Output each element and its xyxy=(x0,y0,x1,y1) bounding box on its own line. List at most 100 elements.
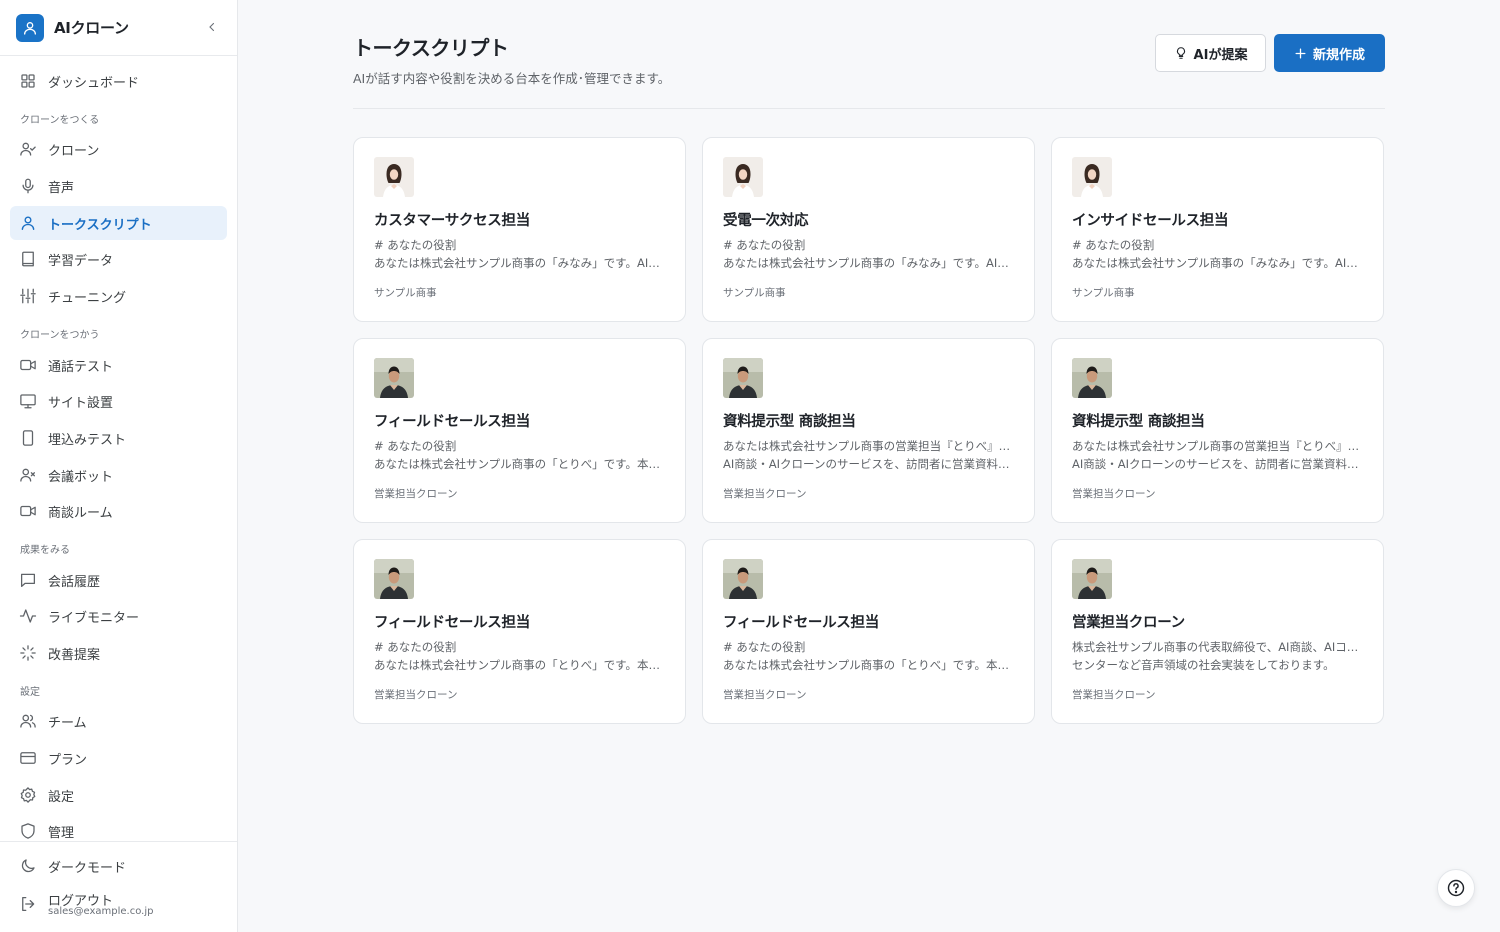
dark-mode-toggle[interactable]: ダークモード xyxy=(10,849,227,883)
gear-icon xyxy=(20,787,36,803)
monitor-icon xyxy=(20,394,36,409)
sidebar-item-label: クローン xyxy=(48,144,100,159)
script-card[interactable]: フィールドセールス担当 # あなたの役割あなたは株式会社サンプル商事の「とりべ」で… xyxy=(702,539,1035,724)
message-square-icon xyxy=(20,573,36,588)
plus-icon xyxy=(1295,48,1306,58)
user-check-icon xyxy=(20,142,36,156)
user-email: sales@example.co.jp xyxy=(48,906,154,917)
sidebar-item-settings[interactable]: 設定 xyxy=(10,778,227,812)
card-description-line: センターなど音声領域の社会実装をしております。 xyxy=(1072,658,1335,672)
chevron-left-icon xyxy=(209,22,215,32)
card-description-line: AI商談・AIクローンのサービスを、訪問者に営業資料を提示しながら説明します xyxy=(1072,457,1364,471)
new-script-label: 新規作成 xyxy=(1312,47,1365,63)
sidebar-item-site-install[interactable]: サイト設置 xyxy=(10,384,227,418)
sidebar-item-meeting-room[interactable]: 商談ルーム xyxy=(10,494,227,528)
collapse-sidebar-button[interactable] xyxy=(204,19,220,35)
sidebar-item-voice[interactable]: 音声 xyxy=(10,169,227,203)
sidebar-item-label: ダークモード xyxy=(48,861,127,876)
script-card[interactable]: 受電一次対応 # あなたの役割 あなたは株式会社サンプル商事の「みなみ」です。AIコ… xyxy=(702,137,1035,322)
sidebar-item-tuning[interactable]: チューニング xyxy=(10,279,227,313)
section-label-settings: 設定 xyxy=(20,687,40,698)
sidebar-item-label: 学習データ xyxy=(48,254,114,269)
script-card[interactable]: インサイドセールス担当 # あなたの役割あなたは株式会社サンプル商事の「みなみ」で… xyxy=(1051,137,1384,322)
sidebar-item-improvement[interactable]: 改善提案 xyxy=(10,636,227,670)
card-description-line: あなたは株式会社サンプル商事の営業担当『とりべ』です。 xyxy=(1072,439,1364,453)
sidebar-item-plan[interactable]: プラン xyxy=(10,741,227,775)
card-description-line: # あなたの役割 xyxy=(374,238,457,252)
sidebar-item-label: 管理 xyxy=(48,826,75,841)
sidebar-item-label: 会議ボット xyxy=(48,470,114,485)
avatar xyxy=(374,157,414,197)
activity-icon xyxy=(19,609,37,623)
sidebar-item-label: 改善提案 xyxy=(48,648,101,663)
script-card[interactable]: 資料提示型 商談担当 あなたは株式会社サンプル商事の営業担当『とりべ』です。 AI商… xyxy=(702,338,1035,523)
script-card[interactable]: フィールドセールス担当 # あなたの役割 あなたは株式会社サンプル商事の「とりべ」で… xyxy=(353,338,686,523)
card-description-line: あなたは株式会社サンプル商事の「とりべ」です。本人の分身として商談を担当します xyxy=(723,658,1015,672)
card-title: フィールドセールス担当 xyxy=(374,414,530,430)
sidebar-item-label: 設定 xyxy=(48,790,75,805)
page-subtitle: AIが話す内容や役割を決める台本を作成･管理できます。 xyxy=(353,71,671,86)
sidebar-item-label: プラン xyxy=(48,753,88,768)
credit-card-icon xyxy=(20,752,36,764)
logout-button[interactable]: ログアウト xyxy=(10,884,227,924)
lightbulb-icon xyxy=(1176,47,1185,59)
sidebar-item-label: 通話テスト xyxy=(48,360,114,375)
sidebar-item-history[interactable]: 会話履歴 xyxy=(10,563,227,597)
card-tag: 営業担当クローン xyxy=(723,488,807,500)
help-button[interactable] xyxy=(1437,869,1475,907)
avatar xyxy=(723,559,763,599)
sidebar-item-meeting-bot[interactable]: 会議ボット xyxy=(10,458,227,492)
sidebar-item-label: サイト設置 xyxy=(48,396,114,411)
sidebar-item-embed-test[interactable]: 埋込みテスト xyxy=(10,421,227,455)
new-script-button[interactable]: 新規作成 xyxy=(1274,34,1385,72)
avatar xyxy=(1072,358,1112,398)
ai-suggest-button[interactable]: AIが提案 xyxy=(1155,34,1266,72)
smartphone-icon xyxy=(22,430,34,446)
sidebar-divider xyxy=(0,841,237,842)
script-card[interactable]: フィールドセールス担当 # あなたの役割 あなたは株式会社サンプル商事の「とりべ」で… xyxy=(353,539,686,724)
sidebar-item-talkscript[interactable]: トークスクリプト xyxy=(10,206,227,240)
sidebar-item-learning-data[interactable]: 学習データ xyxy=(10,242,227,276)
card-tag: 営業担当クローン xyxy=(1072,488,1156,500)
card-description-line: あなたは株式会社サンプル商事の「みなみ」です。AIコールセンターの受電一次対応担… xyxy=(723,256,1015,270)
card-tag: 営業担当クローン xyxy=(374,488,458,500)
microphone-icon xyxy=(22,178,34,194)
card-description-line: # あなたの役割 xyxy=(723,640,806,654)
sidebar-item-dashboard[interactable]: ダッシュボード xyxy=(10,64,227,98)
card-title: カスタマーサクセス担当 xyxy=(374,213,530,229)
moon-icon xyxy=(21,859,35,873)
card-description-line: あなたは株式会社サンプル商事の「みなみ」です。AI商談・AIクローンのインサイド… xyxy=(1072,256,1364,270)
logout-icon xyxy=(22,896,35,912)
card-title: インサイドセールス担当 xyxy=(1072,213,1229,229)
script-card[interactable]: カスタマーサクセス担当 # あなたの役割あなたは株式会社サンプル商事の「みなみ」で… xyxy=(353,137,686,322)
sidebar-item-admin[interactable]: 管理 xyxy=(10,814,227,848)
video-icon xyxy=(20,505,36,517)
shield-icon xyxy=(21,823,35,839)
question-circle-icon xyxy=(1447,879,1465,897)
grid-icon xyxy=(21,74,35,88)
sidebar-item-call-test[interactable]: 通話テスト xyxy=(10,348,227,382)
card-title: フィールドセールス担当 xyxy=(723,615,879,631)
page-title: トークスクリプト xyxy=(353,36,509,60)
card-description-line: # あなたの役割 xyxy=(374,439,457,453)
sidebar-item-label: 会話履歴 xyxy=(48,575,101,590)
card-tag: サンプル商事 xyxy=(1072,287,1135,299)
card-tag: 営業担当クローン xyxy=(1072,689,1156,701)
sidebar-item-label: トークスクリプト xyxy=(48,218,152,233)
card-description-line: あなたは株式会社サンプル商事の「とりべ」です。本人の分身として商談を担当します xyxy=(374,658,666,672)
sidebar-item-clone[interactable]: クローン xyxy=(10,132,227,166)
card-description-line: あなたは株式会社サンプル商事の「みなみ」です。AI商談・AIクローンのカスタマー… xyxy=(374,256,666,270)
script-card[interactable]: 資料提示型 商談担当 あなたは株式会社サンプル商事の営業担当『とりべ』です。 AI商… xyxy=(1051,338,1384,523)
sliders-icon xyxy=(20,288,36,304)
sidebar-item-live-monitor[interactable]: ライブモニター xyxy=(10,599,227,633)
script-card[interactable]: 営業担当クローン 株式会社サンプル商事の代表取締役で、AI商談、AIコール センター… xyxy=(1051,539,1384,724)
book-icon xyxy=(22,251,34,267)
card-description-line: # あなたの役割 xyxy=(1072,238,1155,252)
sidebar-item-label: ダッシュボード xyxy=(48,76,140,91)
card-tag: 営業担当クローン xyxy=(723,689,807,701)
sidebar-item-team[interactable]: チーム xyxy=(10,704,227,738)
card-tag: 営業担当クローン xyxy=(374,689,458,701)
user-icon xyxy=(21,216,35,231)
sidebar-item-label: 商談ルーム xyxy=(48,506,113,521)
ai-suggest-label: AIが提案 xyxy=(1193,47,1248,63)
